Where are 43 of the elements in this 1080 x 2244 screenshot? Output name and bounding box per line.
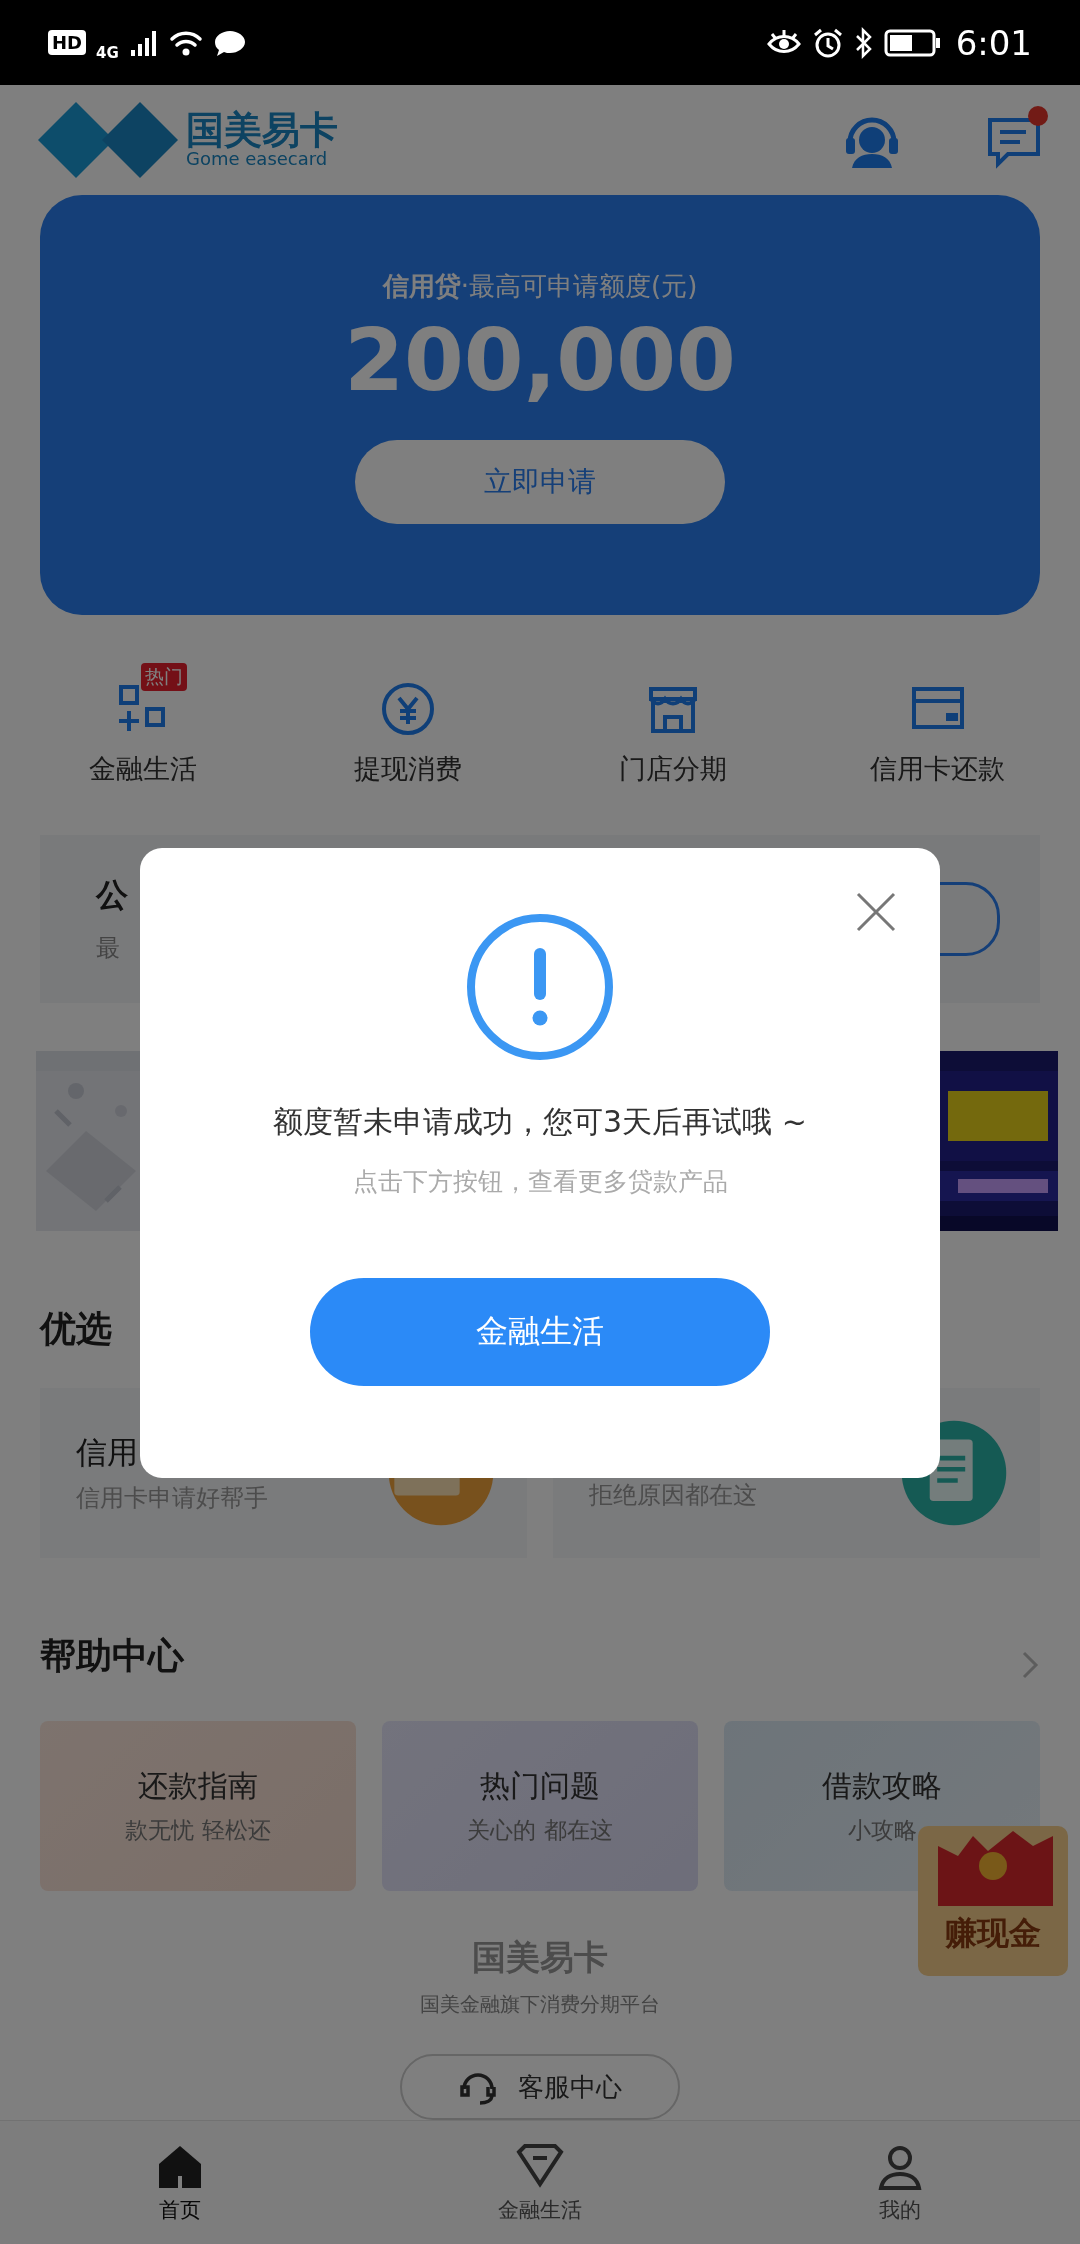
badge-label: 赚现金 (945, 1913, 1041, 1954)
logo-title: 国美易卡 (186, 111, 338, 150)
help-card[interactable]: 还款指南 款无忧 轻松还 (40, 1721, 356, 1891)
alert-icon (465, 912, 615, 1062)
quick-menu-item[interactable]: 热门 金融生活 (27, 659, 258, 835)
dialog-message: 额度暂未申请成功，您可3天后再试哦 ~ (273, 1103, 807, 1141)
quick-menu-item[interactable]: 门店分期 (557, 659, 788, 835)
tab-item[interactable]: 金融生活 (440, 2142, 640, 2224)
logo-icon (38, 100, 178, 180)
notice-title: 公 (96, 875, 128, 916)
hot-badge: 热门 (140, 663, 187, 691)
finance-button[interactable]: 金融生活 (310, 1278, 770, 1386)
card-title: 借款攻略 (822, 1767, 942, 1805)
battery-icon (883, 27, 942, 58)
card-subtitle: 款无忧 轻松还 (125, 1816, 271, 1845)
alarm-icon (811, 26, 844, 59)
footer-tagline: 国美金融旗下消费分期平台 (420, 1991, 660, 2018)
section-title: 帮助中心 (40, 1634, 184, 1678)
card-title: 热门问题 (480, 1767, 600, 1805)
card-subtitle: 关心的 都在这 (467, 1816, 613, 1845)
chevron-right-icon (1020, 1649, 1040, 1681)
quick-menu-item[interactable]: 信用卡还款 (822, 659, 1053, 835)
quick-menu-item[interactable]: 提现消费 (292, 659, 523, 835)
tab-item[interactable]: 我的 (800, 2142, 1000, 2224)
yuan-coin-icon (379, 681, 436, 737)
tab-item[interactable]: 首页 (80, 2142, 280, 2224)
close-icon (854, 890, 898, 934)
credit-limit-label: 信用贷·最高可申请额度(元) (382, 270, 698, 303)
card-title: 还款指南 (138, 1767, 258, 1805)
cash-reward-badge[interactable]: 赚现金 (918, 1826, 1068, 1976)
card-title: 信用 (76, 1433, 139, 1472)
customer-service-button[interactable]: 客服中心 (400, 2054, 680, 2120)
dialog-hint: 点击下方按钮，查看更多贷款产品 (352, 1166, 728, 1198)
credit-amount: 200,000 (344, 310, 736, 410)
section-title: 优选 (40, 1307, 112, 1351)
card-subtitle: 小攻略 (847, 1816, 917, 1845)
help-card[interactable]: 热门问题 关心的 都在这 (382, 1721, 698, 1891)
logo-subtitle: Gome easecard (186, 149, 328, 169)
network-label: 4G (96, 43, 119, 62)
clock-time: 6:01 (955, 22, 1032, 63)
bluetooth-icon (853, 26, 874, 59)
hd-indicator: HD (48, 30, 86, 55)
apply-button[interactable]: 立即申请 (355, 440, 725, 524)
